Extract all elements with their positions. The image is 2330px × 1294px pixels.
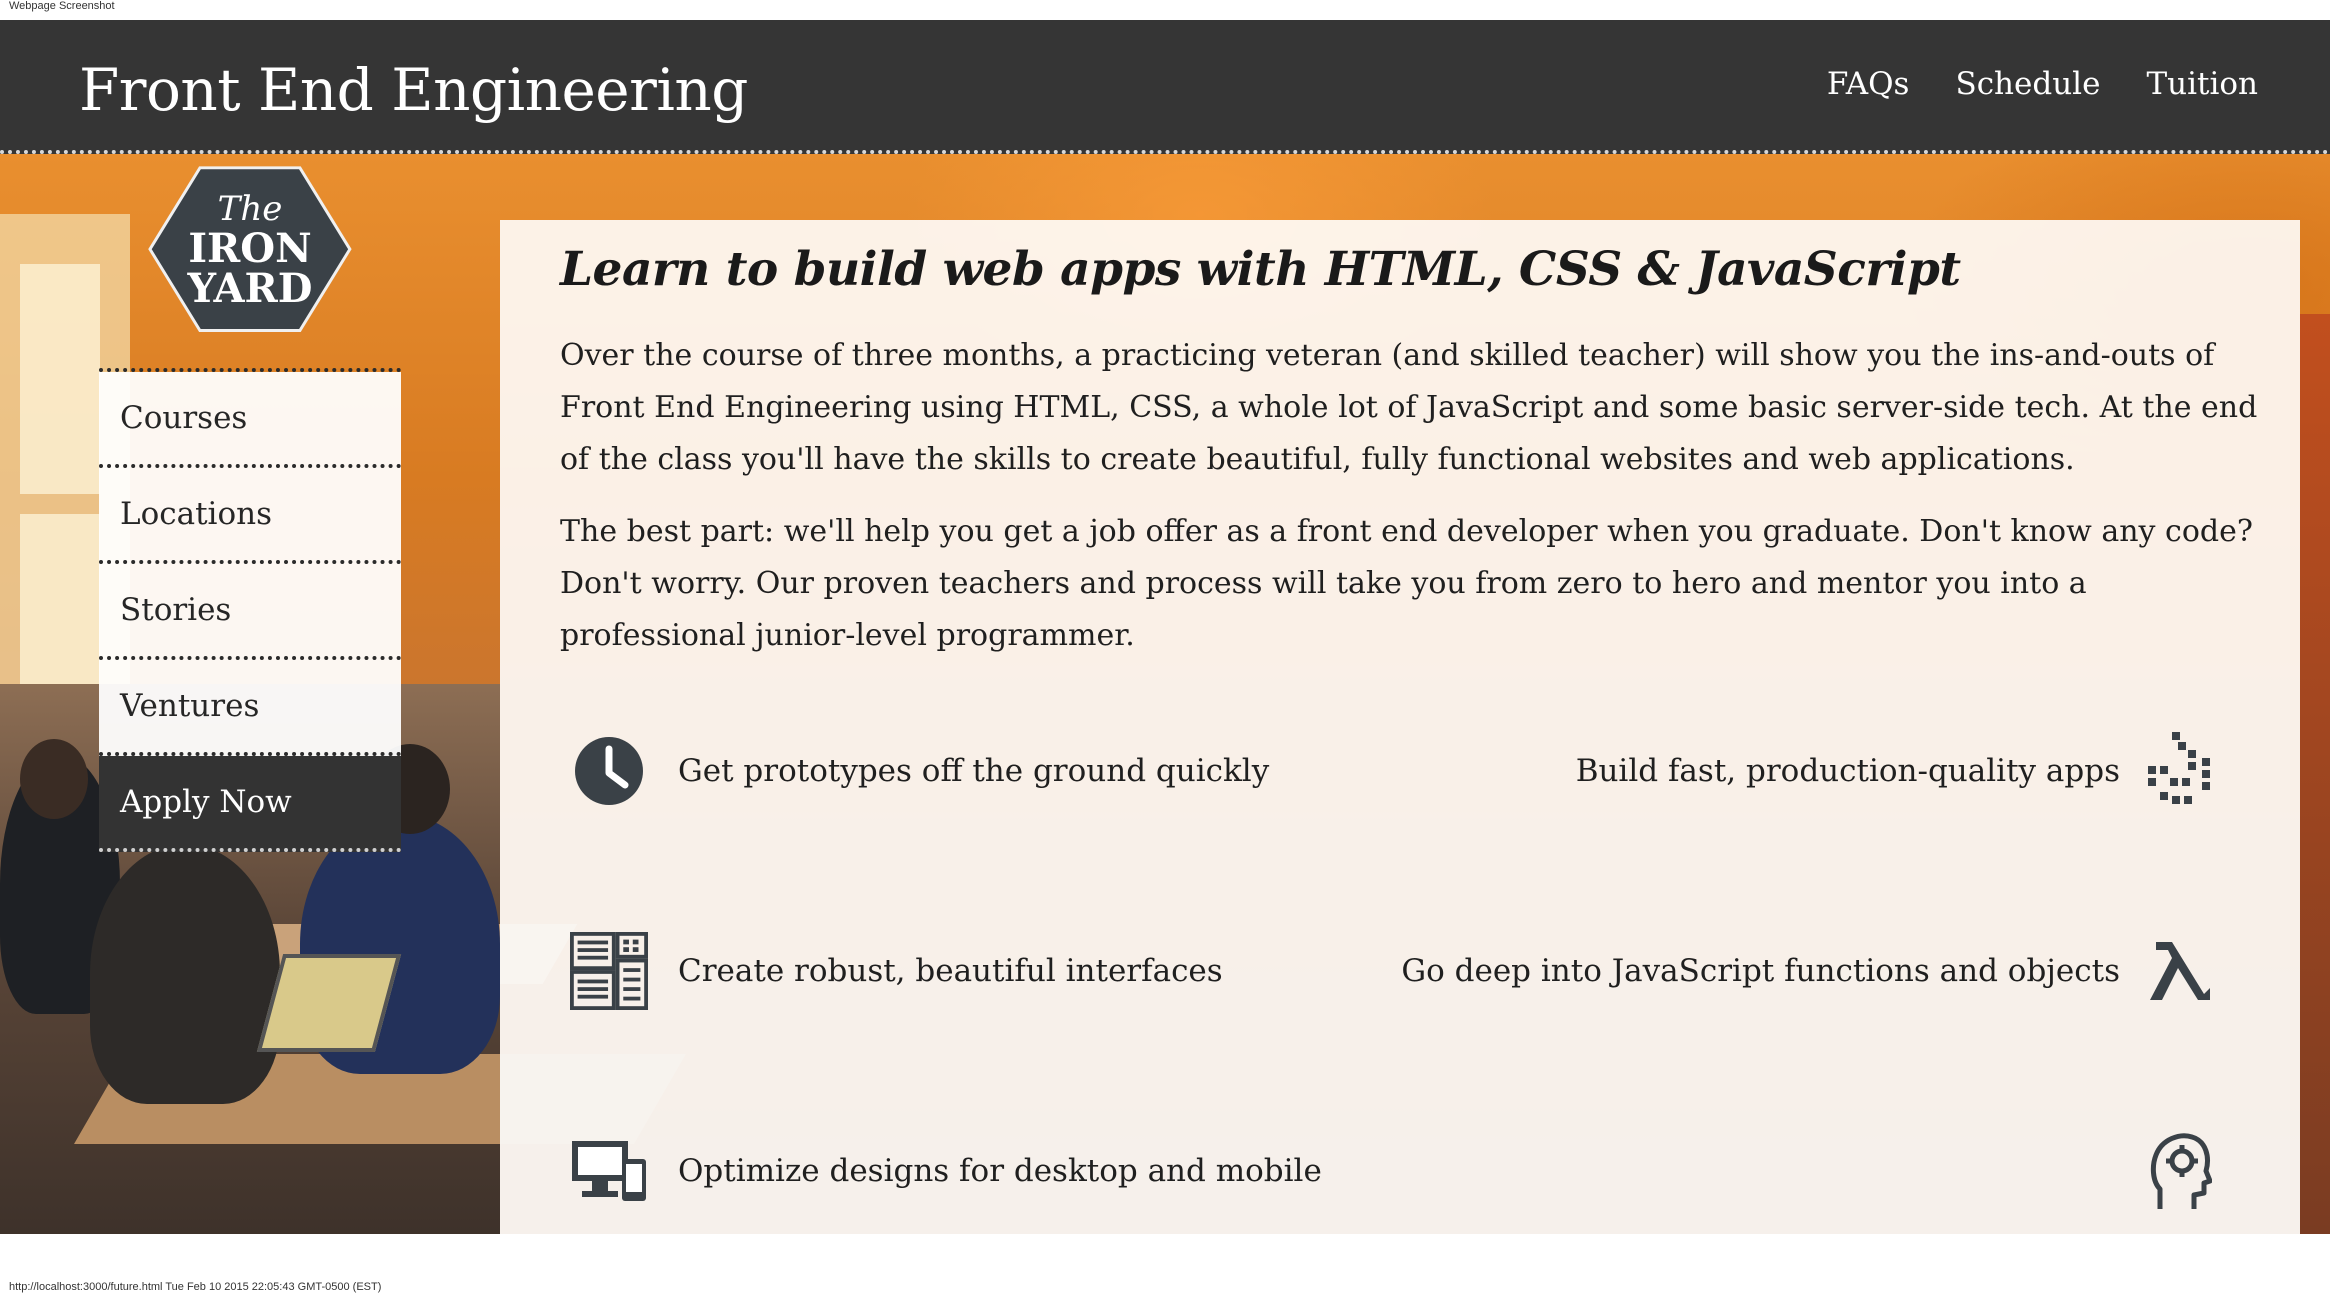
nav-link-faqs[interactable]: FAQs bbox=[1827, 66, 1910, 102]
logo-text-yard: YARD bbox=[187, 265, 313, 312]
feature-responsive-design: Optimize designs for desktop and mobile bbox=[570, 1132, 1322, 1210]
url-timestamp: http://localhost:3000/future.html Tue Fe… bbox=[9, 1281, 382, 1293]
nav-link-schedule[interactable]: Schedule bbox=[1955, 66, 2100, 102]
feature-prototypes: Get prototypes off the ground quickly bbox=[570, 732, 1269, 810]
sidebar-item-locations[interactable]: Locations bbox=[99, 468, 401, 564]
feature-production-apps: Build fast, production-quality apps bbox=[1576, 732, 2220, 810]
devices-icon bbox=[570, 1132, 648, 1210]
feature-learn-to-learn bbox=[2120, 1132, 2220, 1210]
feature-text: Optimize designs for desktop and mobile bbox=[678, 1153, 1322, 1189]
feature-text: Build fast, production-quality apps bbox=[1575, 753, 2120, 789]
best-part-paragraph: The best part: we'll help you get a job … bbox=[560, 514, 2253, 653]
site-title[interactable]: Front End Engineering bbox=[79, 56, 748, 124]
clock-icon bbox=[570, 732, 648, 810]
content-panel: Learn to build web apps with HTML, CSS &… bbox=[500, 220, 2300, 1234]
nav-link-tuition[interactable]: Tuition bbox=[2146, 66, 2258, 102]
iron-yard-logo[interactable]: The IRON YARD bbox=[148, 160, 352, 338]
sidebar-item-ventures[interactable]: Ventures bbox=[99, 660, 401, 756]
sidebar-item-stories[interactable]: Stories bbox=[99, 564, 401, 660]
top-nav: FAQs Schedule Tuition bbox=[1827, 66, 2258, 102]
feature-javascript-functions: Go deep into JavaScript functions and ob… bbox=[1401, 932, 2220, 1010]
feature-text: Go deep into JavaScript functions and ob… bbox=[1401, 953, 2120, 989]
head-gear-icon bbox=[2142, 1132, 2220, 1210]
page-heading: Learn to build web apps with HTML, CSS &… bbox=[560, 242, 1961, 297]
sidebar-nav: Courses Locations Stories Ventures Apply… bbox=[99, 368, 401, 852]
lambda-icon bbox=[2142, 932, 2220, 1010]
layout-grid-icon bbox=[570, 932, 648, 1010]
feature-interfaces: Create robust, beautiful interfaces bbox=[570, 932, 1223, 1010]
intro-paragraph: Over the course of three months, a pract… bbox=[560, 338, 2258, 477]
feature-text: Create robust, beautiful interfaces bbox=[678, 953, 1223, 989]
sidebar-item-courses[interactable]: Courses bbox=[99, 372, 401, 468]
apply-now-button[interactable]: Apply Now bbox=[99, 756, 401, 852]
feature-text: Get prototypes off the ground quickly bbox=[678, 753, 1270, 789]
logo-text-the: The bbox=[218, 189, 283, 229]
screenshot-caption: Webpage Screenshot bbox=[9, 0, 115, 12]
site-header: Front End Engineering FAQs Schedule Tuit… bbox=[0, 20, 2330, 154]
pixel-bars-icon bbox=[2142, 732, 2220, 810]
